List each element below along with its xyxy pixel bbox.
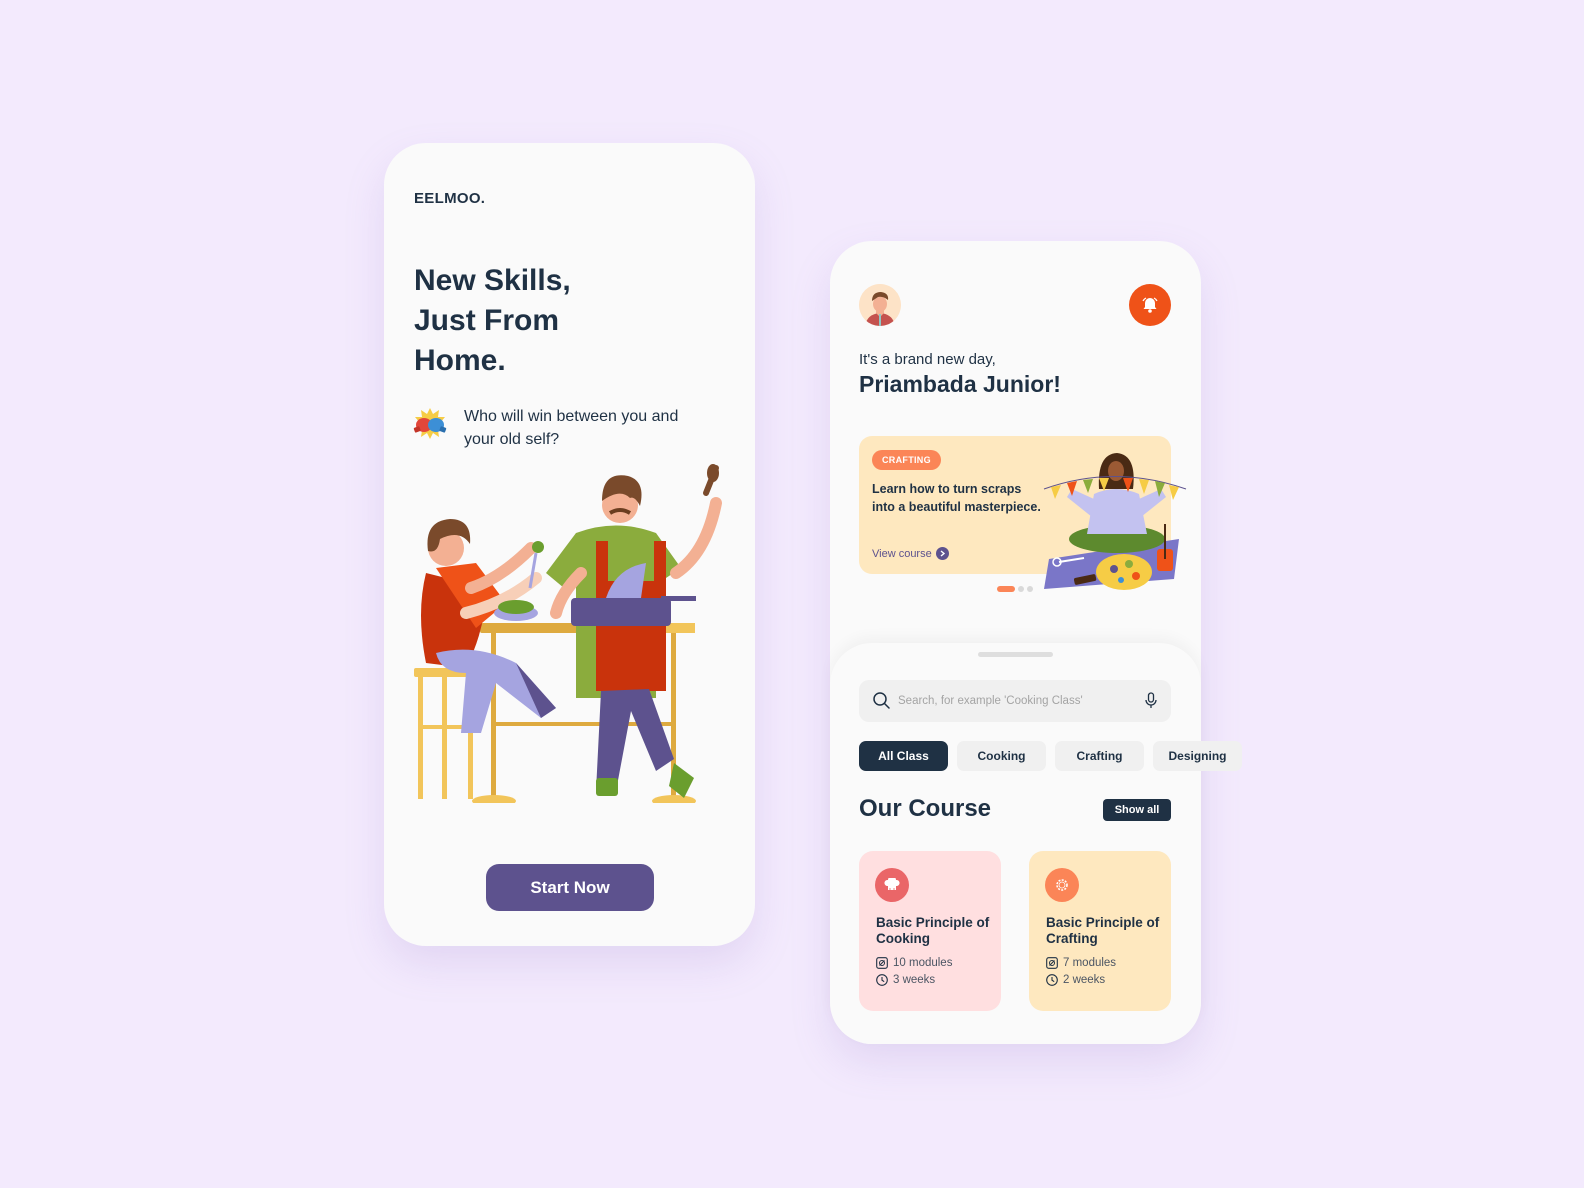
duration-text: 3 weeks bbox=[893, 974, 936, 986]
carousel-dot-active[interactable] bbox=[997, 586, 1015, 592]
tagline: Who will win between you and your old se… bbox=[464, 408, 679, 448]
view-course-link[interactable]: View course bbox=[872, 547, 949, 560]
microphone-icon[interactable] bbox=[1145, 692, 1157, 709]
onboarding-screen: EELMOO. New Skills, Just From Home. Who … bbox=[384, 143, 755, 946]
search-bar[interactable] bbox=[859, 680, 1171, 722]
avatar-icon bbox=[859, 284, 901, 326]
notification-button[interactable] bbox=[1129, 284, 1171, 326]
bell-icon bbox=[1142, 297, 1158, 313]
promo-category-tag: CRAFTING bbox=[872, 450, 941, 470]
clock-icon bbox=[876, 974, 888, 986]
crafting-flower-icon bbox=[1045, 868, 1079, 902]
search-input[interactable] bbox=[898, 680, 1138, 722]
section-title: Our Course bbox=[859, 795, 992, 822]
brand-logo: EELMOO. bbox=[414, 190, 486, 207]
view-course-label: View course bbox=[872, 547, 932, 560]
course-modules: 7 modules bbox=[1046, 957, 1116, 969]
cooking-couple-illustration bbox=[414, 464, 722, 803]
course-title: Basic Principle of Cooking bbox=[876, 915, 990, 946]
carousel-dot[interactable] bbox=[1027, 586, 1033, 592]
course-modules: 10 modules bbox=[876, 957, 952, 969]
crafting-woman-illustration bbox=[1043, 453, 1187, 590]
category-chip-crafting[interactable]: Crafting bbox=[1055, 741, 1144, 771]
home-screen: It's a brand new day, Priambada Junior! … bbox=[830, 241, 1242, 1044]
modules-icon bbox=[876, 957, 888, 969]
category-filter: All Class Cooking Crafting Designing bbox=[859, 741, 1242, 771]
clock-icon bbox=[1046, 974, 1058, 986]
category-chip-all-class[interactable]: All Class bbox=[859, 741, 948, 771]
course-title: Basic Principle of Crafting bbox=[1046, 915, 1160, 946]
course-card[interactable]: Basic Principle of Crafting 7 modules 2 … bbox=[1029, 851, 1171, 1011]
greeting-text: It's a brand new day, bbox=[859, 351, 996, 368]
sheet-drag-handle[interactable] bbox=[978, 652, 1053, 657]
modules-count: 7 modules bbox=[1063, 957, 1117, 969]
category-chip-cooking[interactable]: Cooking bbox=[957, 741, 1046, 771]
user-name: Priambada Junior! bbox=[859, 371, 1061, 397]
search-icon bbox=[873, 692, 890, 709]
chevron-right-icon bbox=[935, 547, 949, 560]
boxing-gloves-icon bbox=[413, 408, 447, 439]
promo-banner[interactable]: CRAFTING Learn how to turn scraps into a… bbox=[859, 436, 1187, 590]
carousel-indicator[interactable] bbox=[997, 586, 1033, 592]
course-duration: 3 weeks bbox=[876, 974, 935, 986]
course-duration: 2 weeks bbox=[1046, 974, 1105, 986]
course-sheet: All Class Cooking Crafting Designing Our… bbox=[830, 643, 1242, 1044]
modules-count: 10 modules bbox=[893, 957, 953, 969]
hero-line: New Skills, bbox=[414, 264, 571, 297]
start-now-button[interactable]: Start Now bbox=[486, 864, 654, 911]
hero-line: Home. bbox=[414, 344, 506, 377]
course-card[interactable]: Basic Principle of Cooking 10 modules 3 … bbox=[859, 851, 1001, 1011]
chef-hat-icon bbox=[875, 868, 909, 902]
user-avatar[interactable] bbox=[859, 284, 901, 326]
show-all-button[interactable]: Show all bbox=[1103, 799, 1171, 821]
hero-line: Just From bbox=[414, 304, 560, 337]
carousel-dot[interactable] bbox=[1018, 586, 1024, 592]
hero-title: New Skills, Just From Home. bbox=[414, 261, 571, 381]
category-chip-designing[interactable]: Designing bbox=[1153, 741, 1242, 771]
duration-text: 2 weeks bbox=[1063, 974, 1106, 986]
promo-text: Learn how to turn scraps into a beautifu… bbox=[872, 482, 1041, 514]
modules-icon bbox=[1046, 957, 1058, 969]
